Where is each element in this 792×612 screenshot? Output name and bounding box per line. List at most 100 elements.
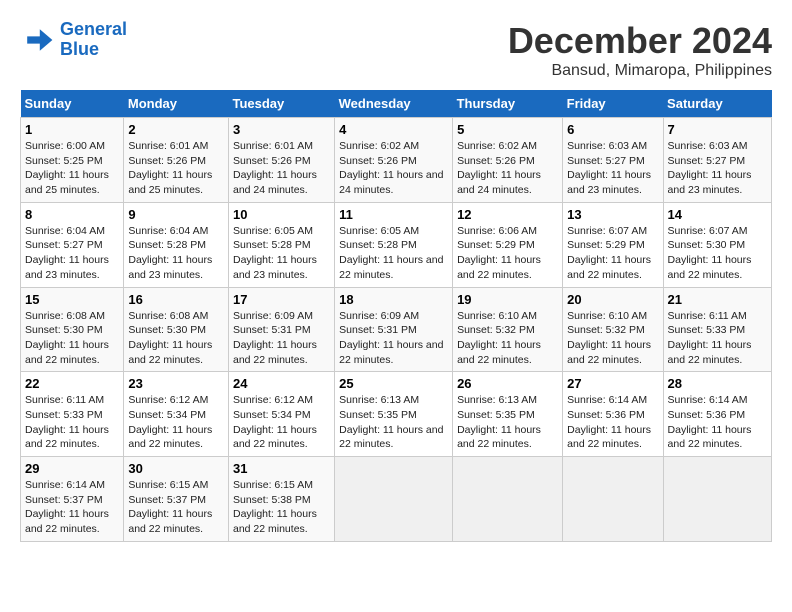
day-number: 6 xyxy=(567,122,658,137)
calendar-week-row: 29Sunrise: 6:14 AMSunset: 5:37 PMDayligh… xyxy=(21,457,772,542)
cell-info: Sunrise: 6:04 AM xyxy=(25,224,119,239)
calendar-cell: 11Sunrise: 6:05 AMSunset: 5:28 PMDayligh… xyxy=(335,202,453,287)
day-number: 15 xyxy=(25,292,119,307)
day-number: 4 xyxy=(339,122,448,137)
cell-info: Sunset: 5:27 PM xyxy=(25,238,119,253)
calendar-week-row: 1Sunrise: 6:00 AMSunset: 5:25 PMDaylight… xyxy=(21,118,772,203)
cell-info: Daylight: 11 hours and 23 minutes. xyxy=(128,253,224,282)
cell-info: Daylight: 11 hours and 22 minutes. xyxy=(457,253,558,282)
cell-info: Sunrise: 6:01 AM xyxy=(233,139,330,154)
day-number: 19 xyxy=(457,292,558,307)
day-number: 23 xyxy=(128,376,224,391)
calendar-cell: 16Sunrise: 6:08 AMSunset: 5:30 PMDayligh… xyxy=(124,287,229,372)
day-number: 17 xyxy=(233,292,330,307)
day-number: 1 xyxy=(25,122,119,137)
cell-info: Daylight: 11 hours and 22 minutes. xyxy=(128,423,224,452)
day-header: Monday xyxy=(124,90,229,118)
cell-info: Daylight: 11 hours and 22 minutes. xyxy=(233,338,330,367)
day-number: 10 xyxy=(233,207,330,222)
day-number: 30 xyxy=(128,461,224,476)
cell-info: Sunrise: 6:13 AM xyxy=(339,393,448,408)
cell-info: Sunrise: 6:08 AM xyxy=(25,309,119,324)
cell-info: Sunset: 5:29 PM xyxy=(457,238,558,253)
cell-info: Sunset: 5:28 PM xyxy=(233,238,330,253)
day-number: 3 xyxy=(233,122,330,137)
cell-info: Sunrise: 6:03 AM xyxy=(668,139,767,154)
calendar-cell: 24Sunrise: 6:12 AMSunset: 5:34 PMDayligh… xyxy=(228,372,334,457)
cell-info: Sunrise: 6:09 AM xyxy=(339,309,448,324)
calendar-cell: 3Sunrise: 6:01 AMSunset: 5:26 PMDaylight… xyxy=(228,118,334,203)
cell-info: Sunrise: 6:02 AM xyxy=(457,139,558,154)
cell-info: Sunrise: 6:14 AM xyxy=(567,393,658,408)
cell-info: Daylight: 11 hours and 22 minutes. xyxy=(567,423,658,452)
calendar-week-row: 22Sunrise: 6:11 AMSunset: 5:33 PMDayligh… xyxy=(21,372,772,457)
cell-info: Sunset: 5:31 PM xyxy=(339,323,448,338)
cell-info: Sunrise: 6:01 AM xyxy=(128,139,224,154)
cell-info: Sunset: 5:36 PM xyxy=(668,408,767,423)
calendar-cell: 19Sunrise: 6:10 AMSunset: 5:32 PMDayligh… xyxy=(453,287,563,372)
cell-info: Sunset: 5:26 PM xyxy=(128,154,224,169)
main-title: December 2024 xyxy=(508,20,772,62)
calendar-table: SundayMondayTuesdayWednesdayThursdayFrid… xyxy=(20,90,772,542)
logo-line2: Blue xyxy=(60,39,99,59)
calendar-cell: 2Sunrise: 6:01 AMSunset: 5:26 PMDaylight… xyxy=(124,118,229,203)
cell-info: Daylight: 11 hours and 22 minutes. xyxy=(25,423,119,452)
day-number: 12 xyxy=(457,207,558,222)
calendar-cell: 7Sunrise: 6:03 AMSunset: 5:27 PMDaylight… xyxy=(663,118,771,203)
cell-info: Daylight: 11 hours and 22 minutes. xyxy=(339,423,448,452)
cell-info: Daylight: 11 hours and 22 minutes. xyxy=(668,253,767,282)
cell-info: Daylight: 11 hours and 25 minutes. xyxy=(25,168,119,197)
calendar-cell: 12Sunrise: 6:06 AMSunset: 5:29 PMDayligh… xyxy=(453,202,563,287)
day-number: 5 xyxy=(457,122,558,137)
cell-info: Daylight: 11 hours and 22 minutes. xyxy=(457,338,558,367)
cell-info: Daylight: 11 hours and 22 minutes. xyxy=(25,507,119,536)
cell-info: Daylight: 11 hours and 24 minutes. xyxy=(457,168,558,197)
cell-info: Sunrise: 6:14 AM xyxy=(668,393,767,408)
cell-info: Sunrise: 6:03 AM xyxy=(567,139,658,154)
cell-info: Sunrise: 6:07 AM xyxy=(668,224,767,239)
cell-info: Sunset: 5:38 PM xyxy=(233,493,330,508)
cell-info: Sunrise: 6:11 AM xyxy=(25,393,119,408)
calendar-cell: 27Sunrise: 6:14 AMSunset: 5:36 PMDayligh… xyxy=(563,372,663,457)
cell-info: Daylight: 11 hours and 25 minutes. xyxy=(128,168,224,197)
day-header: Saturday xyxy=(663,90,771,118)
calendar-cell: 5Sunrise: 6:02 AMSunset: 5:26 PMDaylight… xyxy=(453,118,563,203)
calendar-cell: 23Sunrise: 6:12 AMSunset: 5:34 PMDayligh… xyxy=(124,372,229,457)
cell-info: Sunset: 5:30 PM xyxy=(128,323,224,338)
header: General Blue December 2024 Bansud, Mimar… xyxy=(20,20,772,80)
day-number: 27 xyxy=(567,376,658,391)
cell-info: Sunset: 5:30 PM xyxy=(668,238,767,253)
day-header: Sunday xyxy=(21,90,124,118)
day-number: 22 xyxy=(25,376,119,391)
cell-info: Daylight: 11 hours and 22 minutes. xyxy=(128,507,224,536)
day-number: 28 xyxy=(668,376,767,391)
day-number: 25 xyxy=(339,376,448,391)
cell-info: Sunset: 5:28 PM xyxy=(339,238,448,253)
calendar-cell: 1Sunrise: 6:00 AMSunset: 5:25 PMDaylight… xyxy=(21,118,124,203)
cell-info: Sunset: 5:37 PM xyxy=(25,493,119,508)
day-number: 16 xyxy=(128,292,224,307)
day-number: 24 xyxy=(233,376,330,391)
cell-info: Sunrise: 6:04 AM xyxy=(128,224,224,239)
cell-info: Sunset: 5:26 PM xyxy=(233,154,330,169)
cell-info: Sunrise: 6:12 AM xyxy=(128,393,224,408)
cell-info: Sunset: 5:37 PM xyxy=(128,493,224,508)
cell-info: Sunset: 5:32 PM xyxy=(567,323,658,338)
cell-info: Sunrise: 6:05 AM xyxy=(233,224,330,239)
calendar-body: 1Sunrise: 6:00 AMSunset: 5:25 PMDaylight… xyxy=(21,118,772,542)
cell-info: Daylight: 11 hours and 22 minutes. xyxy=(128,338,224,367)
cell-info: Daylight: 11 hours and 22 minutes. xyxy=(668,423,767,452)
cell-info: Daylight: 11 hours and 22 minutes. xyxy=(567,338,658,367)
cell-info: Daylight: 11 hours and 22 minutes. xyxy=(25,338,119,367)
cell-info: Sunset: 5:28 PM xyxy=(128,238,224,253)
cell-info: Sunset: 5:31 PM xyxy=(233,323,330,338)
day-number: 29 xyxy=(25,461,119,476)
cell-info: Daylight: 11 hours and 23 minutes. xyxy=(25,253,119,282)
cell-info: Sunrise: 6:14 AM xyxy=(25,478,119,493)
calendar-cell: 25Sunrise: 6:13 AMSunset: 5:35 PMDayligh… xyxy=(335,372,453,457)
calendar-cell: 28 Sunrise: 6:14 AMSunset: 5:36 PMDayligh… xyxy=(663,372,771,457)
day-number: 13 xyxy=(567,207,658,222)
logo: General Blue xyxy=(20,20,127,60)
calendar-cell: 8Sunrise: 6:04 AMSunset: 5:27 PMDaylight… xyxy=(21,202,124,287)
day-header: Friday xyxy=(563,90,663,118)
